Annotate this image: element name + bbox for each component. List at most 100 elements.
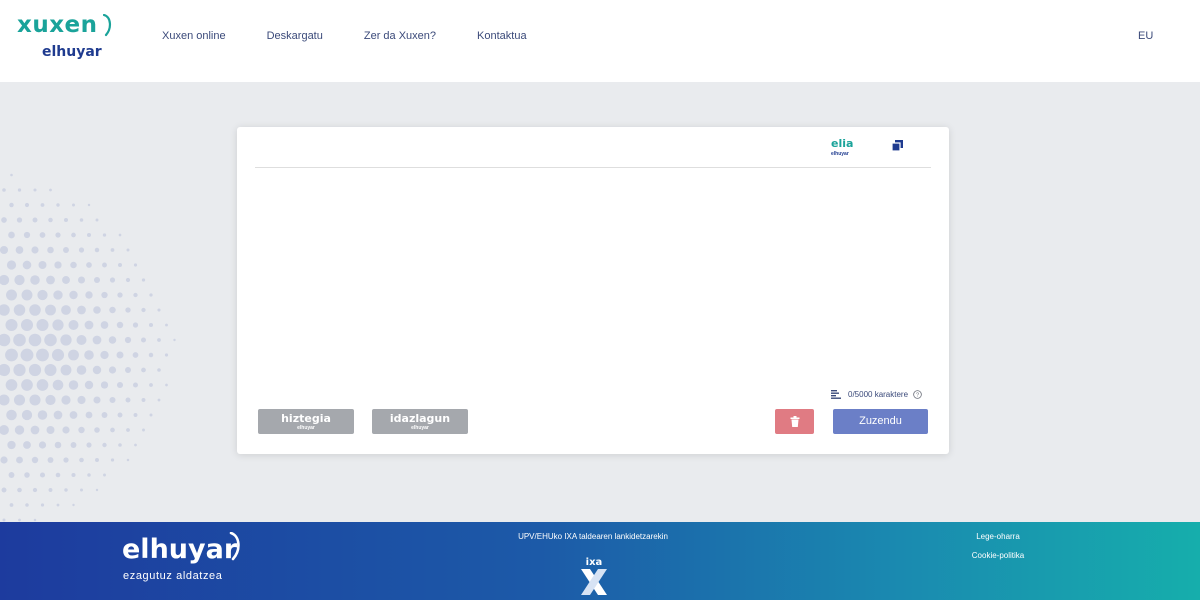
submit-button[interactable]: Zuzendu xyxy=(833,409,928,434)
decorative-dot xyxy=(71,232,76,238)
decorative-dot xyxy=(53,410,63,420)
decorative-dot xyxy=(44,333,57,347)
decorative-dot xyxy=(30,425,40,435)
decorative-dot xyxy=(45,304,56,316)
decorative-dot xyxy=(21,379,33,391)
decorative-dot xyxy=(70,442,77,448)
decorative-dot xyxy=(77,395,86,405)
decorative-dot xyxy=(36,379,49,391)
logo-arc-icon xyxy=(103,14,111,37)
decorative-dot xyxy=(63,247,69,253)
hiztegia-button[interactable]: hiztegia elhuyar xyxy=(258,409,354,434)
decorative-dot xyxy=(71,472,76,478)
decorative-dot xyxy=(33,188,37,192)
decorative-dot xyxy=(84,350,94,360)
decorative-dot xyxy=(68,349,79,361)
cookie-policy-link[interactable]: Cookie-politika xyxy=(958,551,1038,560)
decorative-dot xyxy=(157,398,161,402)
decorative-dot xyxy=(16,456,23,464)
decorative-dot xyxy=(47,457,54,463)
decorative-dot xyxy=(31,246,39,254)
decorative-dot xyxy=(24,202,30,208)
decorative-dot xyxy=(93,306,101,314)
text-lines-icon xyxy=(831,390,841,399)
decorative-dot xyxy=(125,367,131,373)
decorative-dot xyxy=(21,409,33,421)
copy-icon[interactable] xyxy=(891,139,905,153)
decorative-dot xyxy=(78,276,85,284)
nav-item-zer-da-xuxen[interactable]: Zer da Xuxen? xyxy=(364,30,436,42)
decorative-dot xyxy=(125,307,131,313)
decorative-dot xyxy=(13,394,26,406)
text-input-area[interactable] xyxy=(255,175,931,375)
decorative-dot xyxy=(0,425,9,435)
decorative-dot xyxy=(95,458,99,462)
elia-logo[interactable]: elia elhuyar xyxy=(831,137,861,159)
decorative-dot xyxy=(141,367,146,373)
nav-item-kontaktua[interactable]: Kontaktua xyxy=(477,30,527,42)
decorative-dot xyxy=(133,382,138,388)
delete-button[interactable] xyxy=(775,409,814,434)
decorative-dot xyxy=(132,322,139,328)
decorative-dot xyxy=(126,428,130,432)
decorative-dot xyxy=(165,383,168,387)
decorative-dot xyxy=(86,262,92,268)
decorative-dot xyxy=(13,363,26,377)
decorative-dot xyxy=(22,260,32,270)
decorative-dot xyxy=(117,292,123,298)
decorative-dot xyxy=(95,488,99,492)
decorative-dot xyxy=(55,232,61,238)
decorative-dot xyxy=(109,277,116,283)
nav-item-deskargatu[interactable]: Deskargatu xyxy=(267,30,323,42)
decorative-dot xyxy=(94,247,100,253)
language-selector[interactable]: EU xyxy=(1138,30,1153,42)
decorative-dot xyxy=(92,365,102,375)
nav-item-xuxen-online[interactable]: Xuxen online xyxy=(162,30,226,42)
decorative-dot xyxy=(9,503,14,507)
decorative-dot xyxy=(86,232,92,238)
decorative-dot xyxy=(69,290,78,300)
decorative-dot xyxy=(132,352,139,358)
ixa-logo[interactable]: ixa xyxy=(578,555,610,595)
decorative-dot xyxy=(87,203,91,207)
legal-notice-link[interactable]: Lege-oharra xyxy=(958,532,1038,541)
elhuyar-logo[interactable]: elhuyar ezagutuz aldatzea xyxy=(122,532,262,587)
decorative-dot xyxy=(110,458,115,462)
decorative-dot xyxy=(39,472,46,478)
decorative-dot xyxy=(157,338,161,342)
decorative-dot xyxy=(76,365,87,375)
decorative-dots xyxy=(0,173,176,522)
help-circle-icon[interactable]: ? xyxy=(913,390,922,399)
decorative-dot xyxy=(109,396,116,404)
decorative-dot xyxy=(17,487,22,493)
idazlagun-button[interactable]: idazlagun elhuyar xyxy=(372,409,468,434)
decorative-dot xyxy=(149,413,153,417)
decorative-dot xyxy=(100,381,109,389)
decorative-dot xyxy=(21,289,33,301)
decorative-dot xyxy=(102,262,107,268)
decorative-dot xyxy=(48,217,53,223)
decorative-dot xyxy=(40,503,45,507)
decorative-dot xyxy=(148,322,154,328)
decorative-dot xyxy=(0,274,10,286)
decorative-dot xyxy=(29,394,41,406)
decorative-dot xyxy=(124,336,132,344)
decorative-dot xyxy=(108,336,117,344)
decorative-dot xyxy=(0,456,8,464)
decorative-dot xyxy=(39,232,46,238)
decorative-dot xyxy=(133,292,138,298)
editor-card: elia elhuyar 0/5000 karaktere ? hiztegia… xyxy=(237,127,949,454)
decorative-dot xyxy=(134,443,137,447)
decorative-dot xyxy=(46,275,55,285)
decorative-dot xyxy=(101,412,108,418)
decorative-dot xyxy=(126,248,130,252)
decorative-dot xyxy=(157,368,161,372)
decorative-dot xyxy=(77,305,86,315)
xuxen-logo[interactable]: xuxen elhuyar xyxy=(17,12,112,62)
editor-divider xyxy=(255,167,931,168)
decorative-dot xyxy=(5,379,18,391)
char-counter-text: 0/5000 karaktere xyxy=(848,390,909,399)
decorative-dot xyxy=(13,333,26,347)
decorative-dot xyxy=(56,503,60,507)
decorative-dot xyxy=(133,263,138,267)
